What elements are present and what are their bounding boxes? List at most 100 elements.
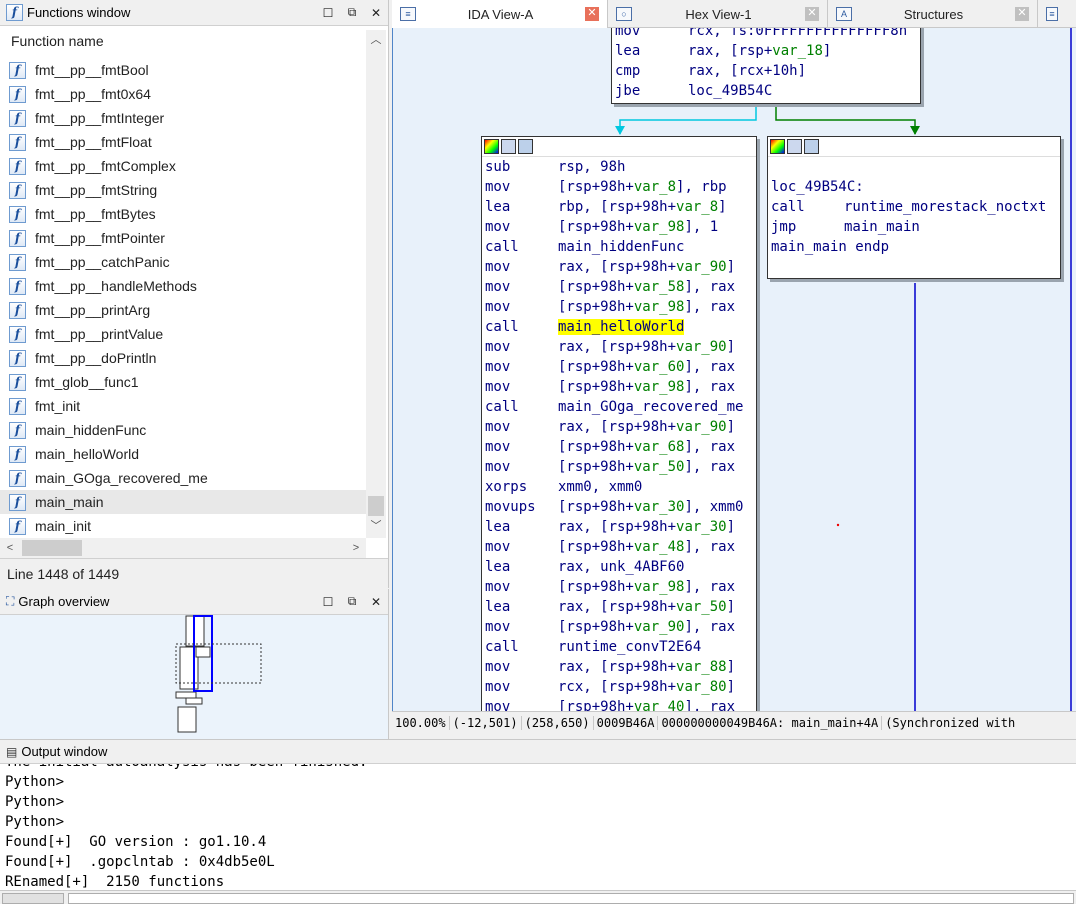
asm-line[interactable]: mov [rsp+98h+var_98], rax [482, 577, 756, 597]
asm-line[interactable]: lea rax, [rsp+98h+var_50] [482, 597, 756, 617]
scroll-up-icon[interactable]: ︿ [366, 30, 386, 50]
graph-overview-canvas[interactable] [0, 615, 388, 739]
operand[interactable]: rsp, 98h [558, 159, 625, 175]
graph-node-entry[interactable]: mov rcx, fs:0FFFFFFFFFFFFFFF8h lea rax, [rs… [611, 28, 921, 104]
asm-line[interactable]: mov [rsp+98h+var_50], rax [482, 457, 756, 477]
close-icon[interactable]: ✕ [364, 595, 388, 609]
group-icon[interactable] [804, 139, 819, 154]
tab-ida-view-a[interactable]: ≡ IDA View-A ✕ [392, 0, 608, 28]
float-icon[interactable]: ⧉ [340, 594, 364, 609]
asm-line[interactable]: call runtime_convT2E64 [482, 637, 756, 657]
asm-line[interactable]: jbe loc_49B54C [612, 81, 920, 101]
function-list-item[interactable]: f fmt__pp__fmtPointer [0, 226, 366, 250]
operand[interactable]: [rsp+98h+var_68], rax [558, 439, 735, 455]
asm-line[interactable]: mov rax, [rsp+98h+var_90] [482, 257, 756, 277]
operand[interactable]: runtime_convT2E64 [558, 639, 701, 655]
asm-line[interactable]: lea rax, [rsp+98h+var_30] [482, 517, 756, 537]
scroll-thumb[interactable] [368, 496, 384, 516]
asm-line[interactable]: lea rax, unk_4ABF60 [482, 557, 756, 577]
asm-line[interactable]: mov [rsp+98h+var_98], rax [482, 377, 756, 397]
function-list-item[interactable]: f fmt__pp__printValue [0, 322, 366, 346]
operand[interactable]: [rsp+98h+var_60], rax [558, 359, 735, 375]
asm-line[interactable]: mov [rsp+98h+var_58], rax [482, 277, 756, 297]
asm-line[interactable]: call main_GOga_recovered_me [482, 397, 756, 417]
operand[interactable]: [rsp+98h+var_50], rax [558, 459, 735, 475]
function-list-item[interactable]: f fmt__pp__fmtBool [0, 58, 366, 82]
function-list-item[interactable]: f main_main [0, 490, 366, 514]
function-list-item[interactable]: f main_helloWorld [0, 442, 366, 466]
maximize-icon[interactable]: ☐ [316, 6, 340, 20]
endp-line[interactable]: main_main endp [768, 237, 1060, 257]
asm-line[interactable]: cmp rax, [rcx+10h] [612, 61, 920, 81]
operand[interactable]: rbp, [rsp+98h+var_8] [558, 199, 727, 215]
operand[interactable]: [rsp+98h+var_48], rax [558, 539, 735, 555]
asm-line[interactable]: sub rsp, 98h [482, 157, 756, 177]
function-list-item[interactable]: f fmt__pp__fmtComplex [0, 154, 366, 178]
operand[interactable]: xmm0, xmm0 [558, 479, 642, 495]
operand[interactable]: main_hiddenFunc [558, 239, 684, 255]
operand[interactable]: rax, [rsp+98h+var_90] [558, 259, 735, 275]
operand[interactable]: rax, [rsp+98h+var_88] [558, 659, 735, 675]
output-log[interactable]: The initial autoanalysis has been finish… [0, 764, 1076, 891]
operand[interactable]: main_main [844, 219, 920, 235]
function-list-item[interactable]: f fmt__pp__printArg [0, 298, 366, 322]
function-list-item[interactable]: f fmt_init [0, 394, 366, 418]
function-list-item[interactable]: f fmt_glob__func1 [0, 370, 366, 394]
function-list[interactable]: f fmt__pp__fmtBool f fmt__pp__fmt0x64 f fmt__… [0, 58, 366, 538]
operand[interactable]: rax, [rsp+98h+var_50] [558, 599, 735, 615]
operand[interactable]: [rsp+98h+var_98], rax [558, 299, 735, 315]
edit-icon[interactable] [501, 139, 516, 154]
ida-graph-view[interactable]: mov rcx, fs:0FFFFFFFFFFFFFFF8h lea rax, [rs… [392, 28, 1076, 711]
asm-line[interactable]: mov [rsp+98h+var_8], rbp [482, 177, 756, 197]
function-list-item[interactable]: f main_init [0, 514, 366, 538]
operand[interactable]: rax, [rsp+98h+var_90] [558, 339, 735, 355]
operand[interactable]: [rsp+98h+var_8], rbp [558, 179, 727, 195]
operand[interactable]: rax, [rsp+98h+var_90] [558, 419, 735, 435]
asm-line[interactable]: movups [rsp+98h+var_30], xmm0 [482, 497, 756, 517]
asm-line[interactable]: mov [rsp+98h+var_68], rax [482, 437, 756, 457]
operand[interactable]: [rsp+98h+var_90], rax [558, 619, 735, 635]
function-list-item[interactable]: f fmt__pp__fmtInteger [0, 106, 366, 130]
function-list-item[interactable]: f fmt__pp__fmtString [0, 178, 366, 202]
tab-close-icon[interactable]: ✕ [1015, 7, 1029, 21]
column-header-function-name[interactable]: Function name [0, 26, 388, 56]
operand[interactable]: rcx, fs:0FFFFFFFFFFFFFFF8h [688, 28, 907, 39]
location-label[interactable]: loc_49B54C: [768, 177, 1060, 197]
hscroll-thumb[interactable] [22, 540, 82, 556]
horizontal-scrollbar[interactable]: < > [0, 538, 366, 558]
asm-line[interactable]: call main_helloWorld [482, 317, 756, 337]
operand[interactable]: rax, unk_4ABF60 [558, 559, 684, 575]
scroll-down-icon[interactable]: ﹀ [366, 516, 386, 536]
vertical-scrollbar[interactable]: ︿ ﹀ [366, 30, 386, 538]
operand[interactable]: [rsp+98h+var_98], rax [558, 379, 735, 395]
tab-hex-view-1[interactable]: ○ Hex View-1 ✕ [608, 0, 828, 28]
asm-line[interactable]: call runtime_morestack_noctxt [768, 197, 1060, 217]
asm-line[interactable]: mov [rsp+98h+var_48], rax [482, 537, 756, 557]
function-list-item[interactable]: f fmt__pp__handleMethods [0, 274, 366, 298]
operand[interactable]: [rsp+98h+var_98], rax [558, 579, 735, 595]
language-select-button[interactable] [2, 893, 64, 904]
scroll-left-icon[interactable]: < [0, 542, 20, 554]
asm-line[interactable]: mov [rsp+98h+var_98], rax [482, 297, 756, 317]
tab-close-icon[interactable]: ✕ [585, 7, 599, 21]
asm-line[interactable]: jmp main_main [768, 217, 1060, 237]
asm-line[interactable]: mov [rsp+98h+var_90], rax [482, 617, 756, 637]
edit-icon[interactable] [787, 139, 802, 154]
function-list-item[interactable]: f fmt__pp__catchPanic [0, 250, 366, 274]
asm-line[interactable]: mov rax, [rsp+98h+var_90] [482, 337, 756, 357]
function-list-item[interactable]: f fmt__pp__fmtFloat [0, 130, 366, 154]
operand[interactable]: main_helloWorld [558, 319, 685, 335]
asm-line[interactable]: call main_hiddenFunc [482, 237, 756, 257]
operand[interactable]: [rsp+98h+var_58], rax [558, 279, 735, 295]
float-icon[interactable]: ⧉ [340, 5, 364, 20]
operand[interactable]: rax, [rcx+10h] [688, 63, 806, 79]
graph-node-morestack[interactable]: loc_49B54C: call runtime_morestack_noctxt… [767, 136, 1061, 279]
function-list-item[interactable]: f fmt__pp__doPrintln [0, 346, 366, 370]
asm-line[interactable]: mov rax, [rsp+98h+var_88] [482, 657, 756, 677]
color-icon[interactable] [484, 139, 499, 154]
operand[interactable]: [rsp+98h+var_98], 1 [558, 219, 718, 235]
asm-line[interactable]: mov [rsp+98h+var_40], rax [482, 697, 756, 711]
operand[interactable]: runtime_morestack_noctxt [844, 199, 1046, 215]
asm-line[interactable]: mov rax, [rsp+98h+var_90] [482, 417, 756, 437]
tab-structures[interactable]: A Structures ✕ [828, 0, 1038, 28]
